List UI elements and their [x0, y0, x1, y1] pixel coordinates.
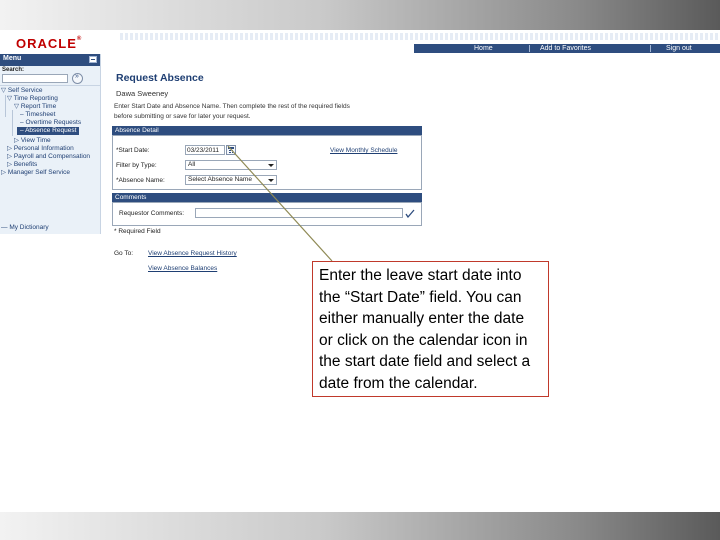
callout-line-4: or click on the calendar icon in — [319, 331, 528, 349]
callout-line-2: the “Start Date” field. You can — [319, 288, 522, 306]
instruction-callout: Enter the leave start date into the “Sta… — [312, 261, 549, 397]
callout-line-1: Enter the leave start date into — [319, 267, 522, 284]
slide-bottom-band — [0, 512, 720, 540]
callout-line-6: date from the calendar. — [319, 374, 478, 392]
callout-line-5: the start date field and select a — [319, 353, 531, 371]
callout-line-3: either manually enter the date — [319, 310, 525, 328]
